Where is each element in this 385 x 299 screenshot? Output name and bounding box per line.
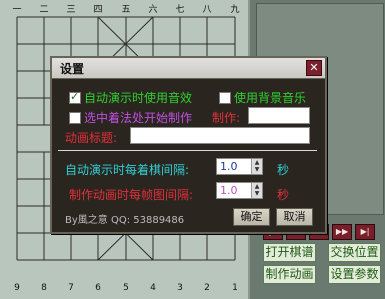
- spinner-arrows-icon[interactable]: ▲ ▼: [251, 183, 262, 198]
- interval-move-unit: 秒: [277, 163, 290, 177]
- interval-move-label: 自动演示时每着棋间隔:: [65, 163, 190, 177]
- author-credit: By風之意 QQ: 53889486: [65, 215, 185, 226]
- divider: [58, 150, 317, 151]
- make-animation-button[interactable]: 制作动画: [263, 265, 316, 284]
- file-number-bottom: 2: [204, 283, 210, 293]
- file-number-bottom: 6: [95, 283, 101, 293]
- spinner-arrows-icon[interactable]: ▲ ▼: [251, 159, 262, 174]
- bg-music-label: 使用背景音乐: [234, 91, 307, 105]
- file-number-top: 七: [175, 5, 185, 15]
- file-number-top: 九: [230, 5, 240, 15]
- ok-button[interactable]: 确定: [233, 208, 270, 226]
- select-start-checkbox[interactable]: [69, 112, 81, 124]
- interval-move-spinner[interactable]: 1.0 ▲ ▼: [216, 158, 263, 175]
- maker-label: 制作:: [212, 111, 241, 125]
- open-record-button[interactable]: 打开棋谱: [263, 243, 316, 262]
- file-number-top: 五: [121, 5, 131, 15]
- maker-input[interactable]: [248, 107, 310, 124]
- file-number-bottom: 4: [150, 283, 156, 293]
- file-number-top: 四: [93, 5, 103, 15]
- interval-frame-unit: 秒: [277, 188, 290, 202]
- file-number-bottom: 9: [14, 283, 20, 293]
- close-button[interactable]: ✕: [306, 60, 322, 76]
- file-number-bottom: 7: [68, 283, 74, 293]
- next-move-button[interactable]: ▶▶: [332, 224, 352, 240]
- file-number-bottom: 3: [177, 283, 183, 293]
- set-params-button[interactable]: 设置参数: [328, 265, 381, 284]
- file-number-top: 三: [66, 5, 76, 15]
- select-start-label: 选中着法处开始制作: [84, 111, 193, 125]
- last-move-button[interactable]: ▶|: [355, 224, 375, 240]
- file-number-bottom: 5: [123, 283, 129, 293]
- file-number-top: 六: [148, 5, 158, 15]
- anim-title-input[interactable]: [130, 127, 310, 144]
- cancel-button[interactable]: 取消: [276, 208, 313, 226]
- settings-dialog: 设置 ✕ 自动演示时使用音效 使用背景音乐 选中着法处开始制作 制作: 动画标题…: [50, 56, 327, 234]
- interval-move-value: 1.0: [220, 160, 238, 173]
- dialog-title: 设置: [60, 62, 85, 76]
- interval-frame-spinner[interactable]: 1.0 ▲ ▼: [216, 182, 263, 199]
- file-number-top: 一: [12, 5, 22, 15]
- dialog-titlebar[interactable]: 设置 ✕: [52, 58, 325, 79]
- interval-frame-label: 制作动画时每帧图间隔:: [69, 188, 194, 202]
- auto-sound-label: 自动演示时使用音效: [84, 91, 193, 105]
- interval-frame-value: 1.0: [220, 184, 238, 197]
- file-number-top: 二: [39, 5, 49, 15]
- file-number-bottom: 8: [41, 283, 47, 293]
- auto-sound-checkbox[interactable]: [69, 90, 81, 104]
- bg-music-checkbox[interactable]: [219, 92, 231, 104]
- swap-position-button[interactable]: 交换位置: [328, 243, 381, 262]
- anim-title-label: 动画标题:: [65, 131, 118, 145]
- file-number-top: 八: [202, 5, 212, 15]
- file-number-bottom: 1: [232, 283, 238, 293]
